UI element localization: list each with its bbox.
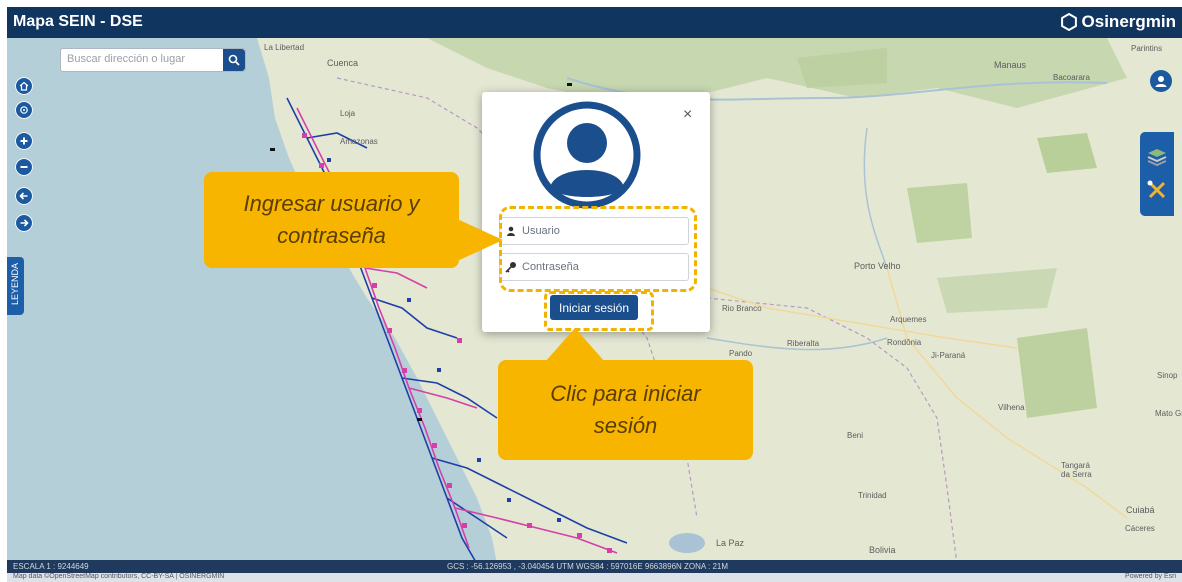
callout-login: Clic para iniciar sesión [498,360,753,460]
callout-login-line2: sesión [593,413,658,438]
callout-pointers [455,218,605,362]
callout-credentials: Ingresar usuario y contraseña [204,172,459,268]
callout-login-line1: Clic para iniciar [550,381,701,406]
callout-credentials-line1: Ingresar usuario y [243,191,420,216]
callout-credentials-line2: contraseña [277,223,386,248]
